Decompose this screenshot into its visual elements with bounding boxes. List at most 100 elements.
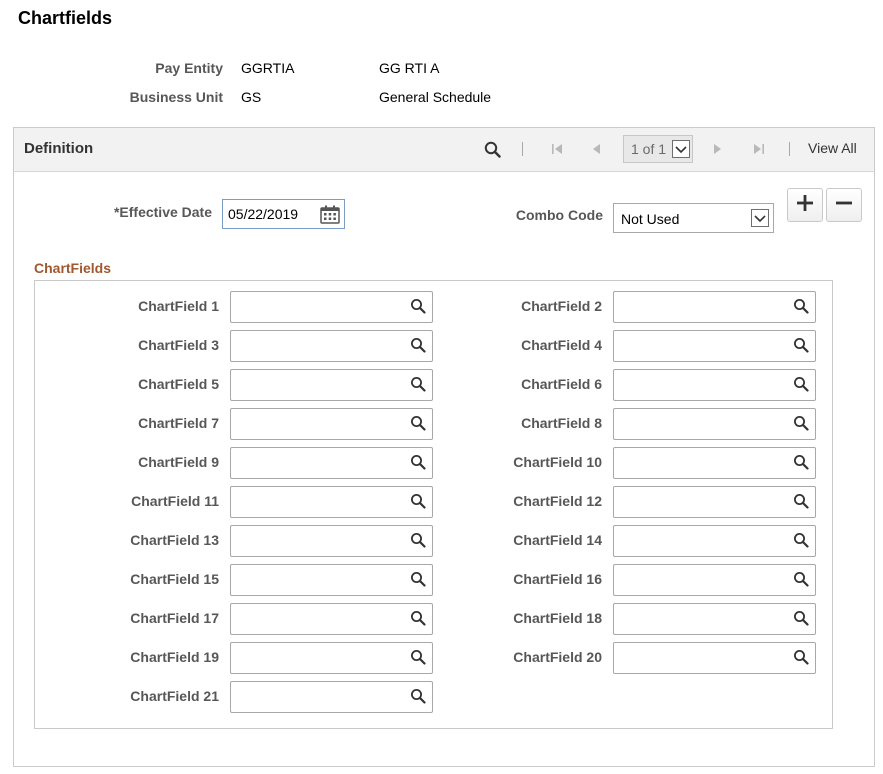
last-row-icon[interactable] <box>750 139 768 159</box>
chartfield-label: ChartField 3 <box>99 337 219 353</box>
chartfield-input[interactable] <box>230 486 433 518</box>
search-icon[interactable] <box>410 532 426 548</box>
search-icon[interactable] <box>410 376 426 392</box>
chartfield-label: ChartField 7 <box>99 415 219 431</box>
view-all-link[interactable]: View All <box>808 140 857 156</box>
search-icon[interactable] <box>410 493 426 509</box>
previous-row-icon[interactable] <box>587 139 605 159</box>
chartfield-label: ChartField 12 <box>482 493 602 509</box>
chartfield-label: ChartField 14 <box>482 532 602 548</box>
chartfield-input[interactable] <box>613 525 816 557</box>
business-unit-label: Business Unit <box>113 89 223 105</box>
chartfield-input[interactable] <box>613 564 816 596</box>
search-icon[interactable] <box>410 454 426 470</box>
chartfield-input[interactable] <box>230 447 433 479</box>
search-icon[interactable] <box>483 139 501 159</box>
chartfield-input[interactable] <box>613 447 816 479</box>
combo-code-value: Not Used <box>621 211 679 227</box>
chartfield-input[interactable] <box>230 603 433 635</box>
pay-entity-code: GGRTIA <box>241 60 294 76</box>
chartfield-label: ChartField 13 <box>99 532 219 548</box>
chartfield-input[interactable] <box>230 681 433 713</box>
chartfield-input[interactable] <box>230 564 433 596</box>
chartfield-label: ChartField 11 <box>99 493 219 509</box>
business-unit-description: General Schedule <box>379 89 491 105</box>
chartfield-input[interactable] <box>230 369 433 401</box>
chartfield-input[interactable] <box>230 525 433 557</box>
chartfield-label: ChartField 6 <box>482 376 602 392</box>
search-icon[interactable] <box>410 649 426 665</box>
combo-code-label: Combo Code <box>484 207 603 223</box>
chartfield-input[interactable] <box>613 369 816 401</box>
page-title: Chartfields <box>18 8 112 29</box>
first-row-icon[interactable] <box>548 139 566 159</box>
search-icon[interactable] <box>793 376 809 392</box>
chevron-down-icon <box>675 141 687 157</box>
chartfield-input[interactable] <box>230 642 433 674</box>
chartfield-input[interactable] <box>230 291 433 323</box>
search-icon[interactable] <box>410 337 426 353</box>
chartfield-label: ChartField 21 <box>99 688 219 704</box>
search-icon[interactable] <box>793 571 809 587</box>
chartfield-input[interactable] <box>230 408 433 440</box>
chartfield-input[interactable] <box>230 330 433 362</box>
pager-text: 1 of 1 <box>631 141 666 157</box>
chartfield-input[interactable] <box>613 642 816 674</box>
effective-date-label: *Effective Date <box>74 204 212 220</box>
effective-date-value: 05/22/2019 <box>228 206 298 222</box>
search-icon[interactable] <box>793 415 809 431</box>
search-icon[interactable] <box>793 610 809 626</box>
pay-entity-description: GG RTI A <box>379 60 439 76</box>
chartfield-label: ChartField 18 <box>482 610 602 626</box>
minus-icon <box>836 195 852 216</box>
search-icon[interactable] <box>793 532 809 548</box>
delete-row-button[interactable] <box>826 188 862 222</box>
chartfield-label: ChartField 9 <box>99 454 219 470</box>
chartfield-label: ChartField 20 <box>482 649 602 665</box>
definition-panel-header: Definition 1 of 1 View All <box>14 128 874 172</box>
nav-separator <box>522 142 523 156</box>
definition-title: Definition <box>24 140 93 157</box>
chevron-down-icon <box>754 210 766 226</box>
chartfields-section-title: ChartFields <box>34 260 111 276</box>
pager-dropdown[interactable] <box>672 140 690 158</box>
search-icon[interactable] <box>410 415 426 431</box>
add-row-button[interactable] <box>787 188 823 222</box>
chartfield-label: ChartField 16 <box>482 571 602 587</box>
search-icon[interactable] <box>410 610 426 626</box>
calendar-icon[interactable] <box>320 205 340 224</box>
chartfield-input[interactable] <box>613 330 816 362</box>
search-icon[interactable] <box>410 298 426 314</box>
row-pager: 1 of 1 <box>623 135 693 163</box>
plus-icon <box>797 195 813 216</box>
chartfield-label: ChartField 8 <box>482 415 602 431</box>
search-icon[interactable] <box>793 493 809 509</box>
search-icon[interactable] <box>793 337 809 353</box>
chartfield-label: ChartField 2 <box>482 298 602 314</box>
chartfield-input[interactable] <box>613 408 816 440</box>
chartfield-input[interactable] <box>613 603 816 635</box>
business-unit-code: GS <box>241 89 261 105</box>
chartfield-label: ChartField 10 <box>482 454 602 470</box>
chartfield-label: ChartField 1 <box>99 298 219 314</box>
search-icon[interactable] <box>793 454 809 470</box>
search-icon[interactable] <box>793 649 809 665</box>
search-icon[interactable] <box>410 571 426 587</box>
chartfield-label: ChartField 17 <box>99 610 219 626</box>
pay-entity-label: Pay Entity <box>113 60 223 76</box>
combo-code-dropdown-arrow[interactable] <box>751 209 769 227</box>
chartfield-input[interactable] <box>613 291 816 323</box>
nav-separator <box>789 142 790 156</box>
definition-panel: Definition 1 of 1 View All *Effe <box>13 127 875 767</box>
next-row-icon[interactable] <box>709 139 727 159</box>
chartfields-group-box: ChartField 1 ChartField 3 ChartField 5 Char… <box>34 280 833 729</box>
chartfield-label: ChartField 4 <box>482 337 602 353</box>
chartfield-input[interactable] <box>613 486 816 518</box>
chartfield-label: ChartField 19 <box>99 649 219 665</box>
search-icon[interactable] <box>793 298 809 314</box>
effective-date-input[interactable]: 05/22/2019 <box>222 199 345 229</box>
search-icon[interactable] <box>410 688 426 704</box>
chartfield-label: ChartField 15 <box>99 571 219 587</box>
chartfield-label: ChartField 5 <box>99 376 219 392</box>
combo-code-select[interactable]: Not Used <box>613 203 774 233</box>
